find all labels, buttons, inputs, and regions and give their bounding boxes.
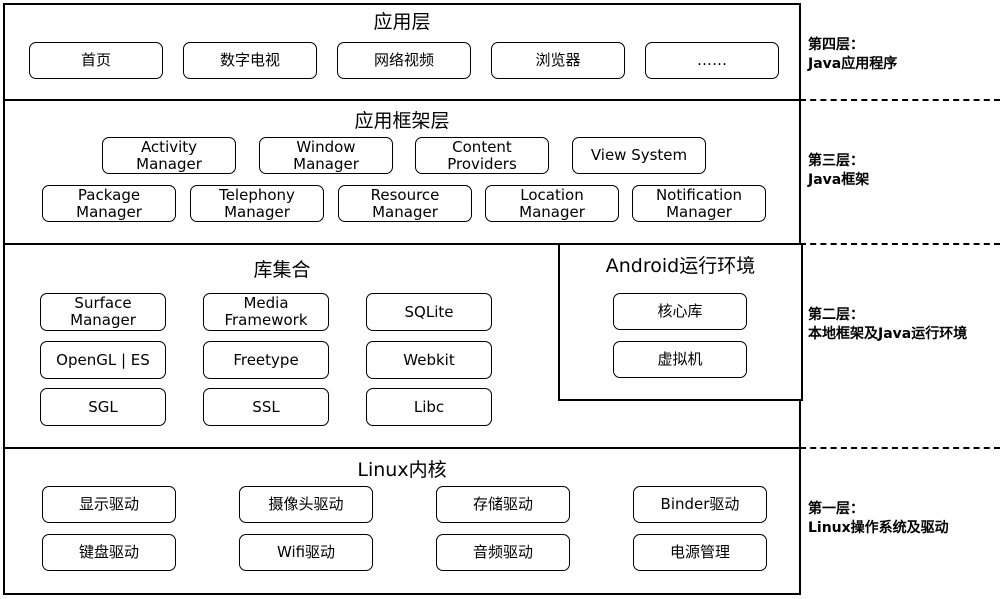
side-label-layer2: 第二层： 本地框架及Java运行环境 <box>808 307 968 342</box>
framework-box-resource-manager: Resource Manager <box>338 185 472 222</box>
lib-box-libc: Libc <box>366 388 492 426</box>
side-label-layer3: 第三层： Java框架 <box>808 153 870 188</box>
application-framework-layer: 应用框架层 Activity Manager Window Manager Co… <box>3 99 801 245</box>
app-box-browser: 浏览器 <box>491 42 625 79</box>
libraries-layer: 库集合 Surface Manager Media Framework SQLi… <box>3 243 803 449</box>
driver-box-binder: Binder驱动 <box>633 486 767 523</box>
lib-box-surface-manager: Surface Manager <box>40 293 166 331</box>
framework-box-package-manager: Package Manager <box>42 185 176 222</box>
libraries-title: 库集合 <box>253 259 311 281</box>
lib-box-sqlite: SQLite <box>366 293 492 331</box>
lib-box-ssl: SSL <box>203 388 329 426</box>
framework-box-notification-manager: Notification Manager <box>632 185 766 222</box>
lib-box-webkit: Webkit <box>366 341 492 379</box>
divider-dashed <box>800 99 1000 101</box>
android-runtime-title: Android运行环境 <box>605 255 756 277</box>
side-label-layer4: 第四层： Java应用程序 <box>808 37 898 72</box>
driver-box-power-management: 电源管理 <box>633 534 767 571</box>
linux-kernel-title: Linux内核 <box>357 459 447 481</box>
framework-box-window-manager: Window Manager <box>259 137 393 174</box>
framework-box-activity-manager: Activity Manager <box>102 137 236 174</box>
runtime-box-virtual-machine: 虚拟机 <box>613 341 747 378</box>
lib-box-opengl-es: OpenGL | ES <box>40 341 166 379</box>
framework-layer-title: 应用框架层 <box>354 110 450 132</box>
driver-box-keyboard: 键盘驱动 <box>42 534 176 571</box>
driver-box-camera: 摄像头驱动 <box>239 486 373 523</box>
framework-box-view-system: View System <box>572 137 706 174</box>
app-box-digital-tv: 数字电视 <box>183 42 317 79</box>
driver-box-storage: 存储驱动 <box>436 486 570 523</box>
side-label-layer1: 第一层： Linux操作系统及驱动 <box>808 501 949 536</box>
lib-box-sgl: SGL <box>40 388 166 426</box>
framework-box-telephony-manager: Telephony Manager <box>190 185 324 222</box>
runtime-box-core-libraries: 核心库 <box>613 293 747 330</box>
divider-dashed <box>800 243 1000 245</box>
driver-box-display: 显示驱动 <box>42 486 176 523</box>
app-box-web-video: 网络视频 <box>337 42 471 79</box>
android-runtime-panel: Android运行环境 核心库 虚拟机 <box>558 243 803 401</box>
driver-box-audio: 音频驱动 <box>436 534 570 571</box>
linux-kernel-layer: Linux内核 显示驱动 摄像头驱动 存储驱动 Binder驱动 键盘驱动 Wi… <box>3 447 801 595</box>
driver-box-wifi: Wifi驱动 <box>239 534 373 571</box>
lib-box-media-framework: Media Framework <box>203 293 329 331</box>
framework-box-location-manager: Location Manager <box>485 185 619 222</box>
app-box-home: 首页 <box>29 42 163 79</box>
lib-box-freetype: Freetype <box>203 341 329 379</box>
application-layer: 应用层 首页 数字电视 网络视频 浏览器 …… <box>3 3 801 101</box>
application-layer-title: 应用层 <box>373 11 431 33</box>
divider-dashed <box>800 447 1000 449</box>
framework-box-content-providers: Content Providers <box>415 137 549 174</box>
app-box-more: …… <box>645 42 779 79</box>
